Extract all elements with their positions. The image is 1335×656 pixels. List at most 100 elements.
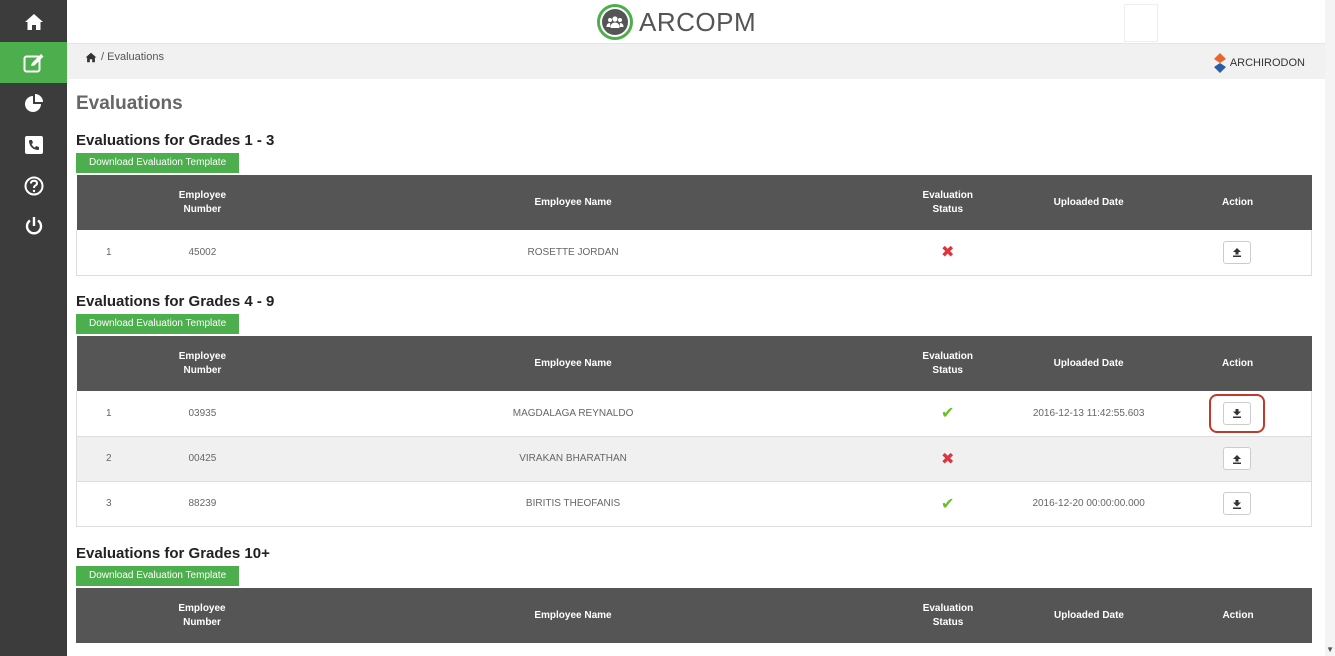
sidebar-item-evaluations[interactable] [0, 42, 67, 83]
table-row: 2 00425 VIRAKAN BHARATHAN ✖ [76, 436, 1312, 481]
download-template-button[interactable]: Download Evaluation Template [76, 314, 240, 334]
home-icon[interactable] [85, 52, 97, 63]
company-brand: ARCHIRODON [1213, 52, 1305, 74]
employee-name: VIRAKAN BHARATHAN [519, 453, 627, 464]
section-title: Evaluations for Grades 10+ [76, 545, 270, 562]
main-content: Evaluations Evaluations for Grades 1 - 3… [76, 79, 1312, 643]
col-action: Action [1221, 357, 1254, 369]
col-action: Action [1222, 609, 1254, 621]
section-title: Evaluations for Grades 4 - 9 [76, 293, 275, 310]
upload-icon [1233, 248, 1242, 258]
table-row: 1 03935 MAGDALAGA REYNALDO ✔ 2016-12-13 … [76, 391, 1312, 436]
employee-number: 88239 [188, 498, 217, 509]
download-template-button[interactable]: Download Evaluation Template [76, 153, 240, 173]
help-icon [24, 176, 43, 195]
scroll-down-arrow-icon[interactable]: ▼ [1326, 645, 1334, 654]
download-template-button[interactable]: Download Evaluation Template [76, 566, 240, 586]
upload-icon [1233, 454, 1242, 464]
uploaded-date [1014, 230, 1164, 275]
sidebar [0, 0, 67, 656]
upload-button[interactable] [1223, 447, 1252, 470]
col-employee-name[interactable]: Employee Name [264, 175, 881, 230]
col-evaluation-status[interactable]: Evaluation Status [882, 336, 1014, 391]
action-cell [1164, 391, 1312, 436]
upload-button[interactable] [1223, 240, 1252, 264]
download-button[interactable] [1223, 401, 1252, 425]
col-index [77, 175, 141, 230]
status-uploaded-icon: ✔ [941, 405, 955, 423]
section-title: Evaluations for Grades 1 - 3 [76, 132, 275, 149]
sidebar-item-help[interactable] [0, 165, 67, 206]
col-evaluation-status[interactable]: Evaluation Status [882, 175, 1014, 230]
edit-icon [23, 53, 43, 72]
page-title: Evaluations [76, 93, 183, 114]
section-grades-4-9: Evaluations for Grades 4 - 9 Download Ev… [76, 293, 1312, 527]
uploaded-date [1014, 436, 1164, 481]
app-logo[interactable]: ARCOPM [597, 4, 756, 40]
download-button[interactable] [1223, 492, 1252, 515]
employee-name: ROSETTE JORDAN [527, 246, 619, 258]
col-index [77, 336, 141, 391]
col-employee-number[interactable]: Employee Number [140, 588, 264, 643]
table-row: 1 45002 ROSETTE JORDAN ✖ [76, 230, 1312, 275]
table-header-row: Employee Number Employee Name Evaluation S… [76, 175, 1312, 230]
row-index: 1 [105, 407, 112, 419]
col-action: Action [1221, 196, 1254, 208]
status-missing-icon: ✖ [941, 450, 955, 468]
status-uploaded-icon: ✔ [941, 495, 955, 513]
row-index: 2 [105, 453, 112, 464]
section-grades-1-3: Evaluations for Grades 1 - 3 Download Ev… [76, 132, 1312, 276]
employee-number: 00425 [188, 453, 217, 464]
brand-name: ARCHIRODON [1229, 57, 1305, 69]
user-avatar[interactable] [1124, 4, 1158, 42]
table-header-row: Employee Number Employee Name Evaluation S… [76, 336, 1312, 391]
download-icon [1233, 499, 1242, 509]
col-employee-name[interactable]: Employee Name [264, 588, 882, 643]
employee-name: MAGDALAGA REYNALDO [512, 407, 634, 419]
col-employee-number[interactable]: Employee Number [140, 175, 264, 230]
home-icon [24, 13, 43, 30]
highlight-annotation [1209, 393, 1266, 433]
breadcrumb-current: / Evaluations [101, 51, 164, 63]
evaluations-table: Employee Number Employee Name Evaluation S… [76, 588, 1312, 643]
table-row: 3 88239 BIRITIS THEOFANIS ✔ 2016-12-20 0… [76, 481, 1312, 526]
employee-name: BIRITIS THEOFANIS [525, 498, 621, 509]
uploaded-date: 2016-12-20 00:00:00.000 [1032, 498, 1145, 509]
sidebar-item-home[interactable] [0, 1, 67, 42]
row-index: 3 [105, 498, 112, 509]
col-evaluation-status[interactable]: Evaluation Status [882, 588, 1014, 643]
status-cell: ✔ [882, 391, 1014, 436]
action-cell [1164, 481, 1312, 526]
evaluations-table: Employee Number Employee Name Evaluation S… [76, 336, 1312, 527]
download-icon [1233, 409, 1242, 419]
sidebar-item-logout[interactable] [0, 205, 67, 246]
col-uploaded-date[interactable]: Uploaded Date [1014, 588, 1164, 643]
top-bar: ARCOPM [67, 0, 1325, 44]
col-uploaded-date[interactable]: Uploaded Date [1014, 175, 1164, 230]
logo-icon [597, 4, 633, 40]
sidebar-item-reports[interactable] [0, 83, 67, 124]
section-grades-10-plus: Evaluations for Grades 10+ Download Eval… [76, 545, 1312, 643]
status-cell: ✖ [882, 230, 1014, 275]
sidebar-item-contact[interactable] [0, 124, 67, 165]
phone-icon [24, 135, 43, 154]
app-title: ARCOPM [639, 6, 757, 37]
col-employee-number[interactable]: Employee Number [140, 336, 264, 391]
employee-number: 03935 [188, 407, 217, 419]
col-employee-name[interactable]: Employee Name [264, 336, 881, 391]
employee-number: 45002 [188, 246, 217, 258]
evaluations-table: Employee Number Employee Name Evaluation S… [76, 175, 1312, 276]
status-cell: ✔ [882, 481, 1014, 526]
action-cell [1164, 436, 1312, 481]
action-cell [1164, 230, 1312, 275]
status-cell: ✖ [882, 436, 1014, 481]
scrollbar[interactable]: ▼ [1325, 0, 1335, 656]
uploaded-date: 2016-12-13 11:42:55.603 [1032, 407, 1145, 419]
table-header-row: Employee Number Employee Name Evaluation S… [76, 588, 1312, 643]
row-index: 1 [105, 246, 112, 258]
power-icon [25, 216, 42, 234]
col-index [76, 588, 140, 643]
archirodon-logo-icon [1213, 53, 1226, 73]
status-missing-icon: ✖ [941, 244, 955, 262]
col-uploaded-date[interactable]: Uploaded Date [1014, 336, 1164, 391]
